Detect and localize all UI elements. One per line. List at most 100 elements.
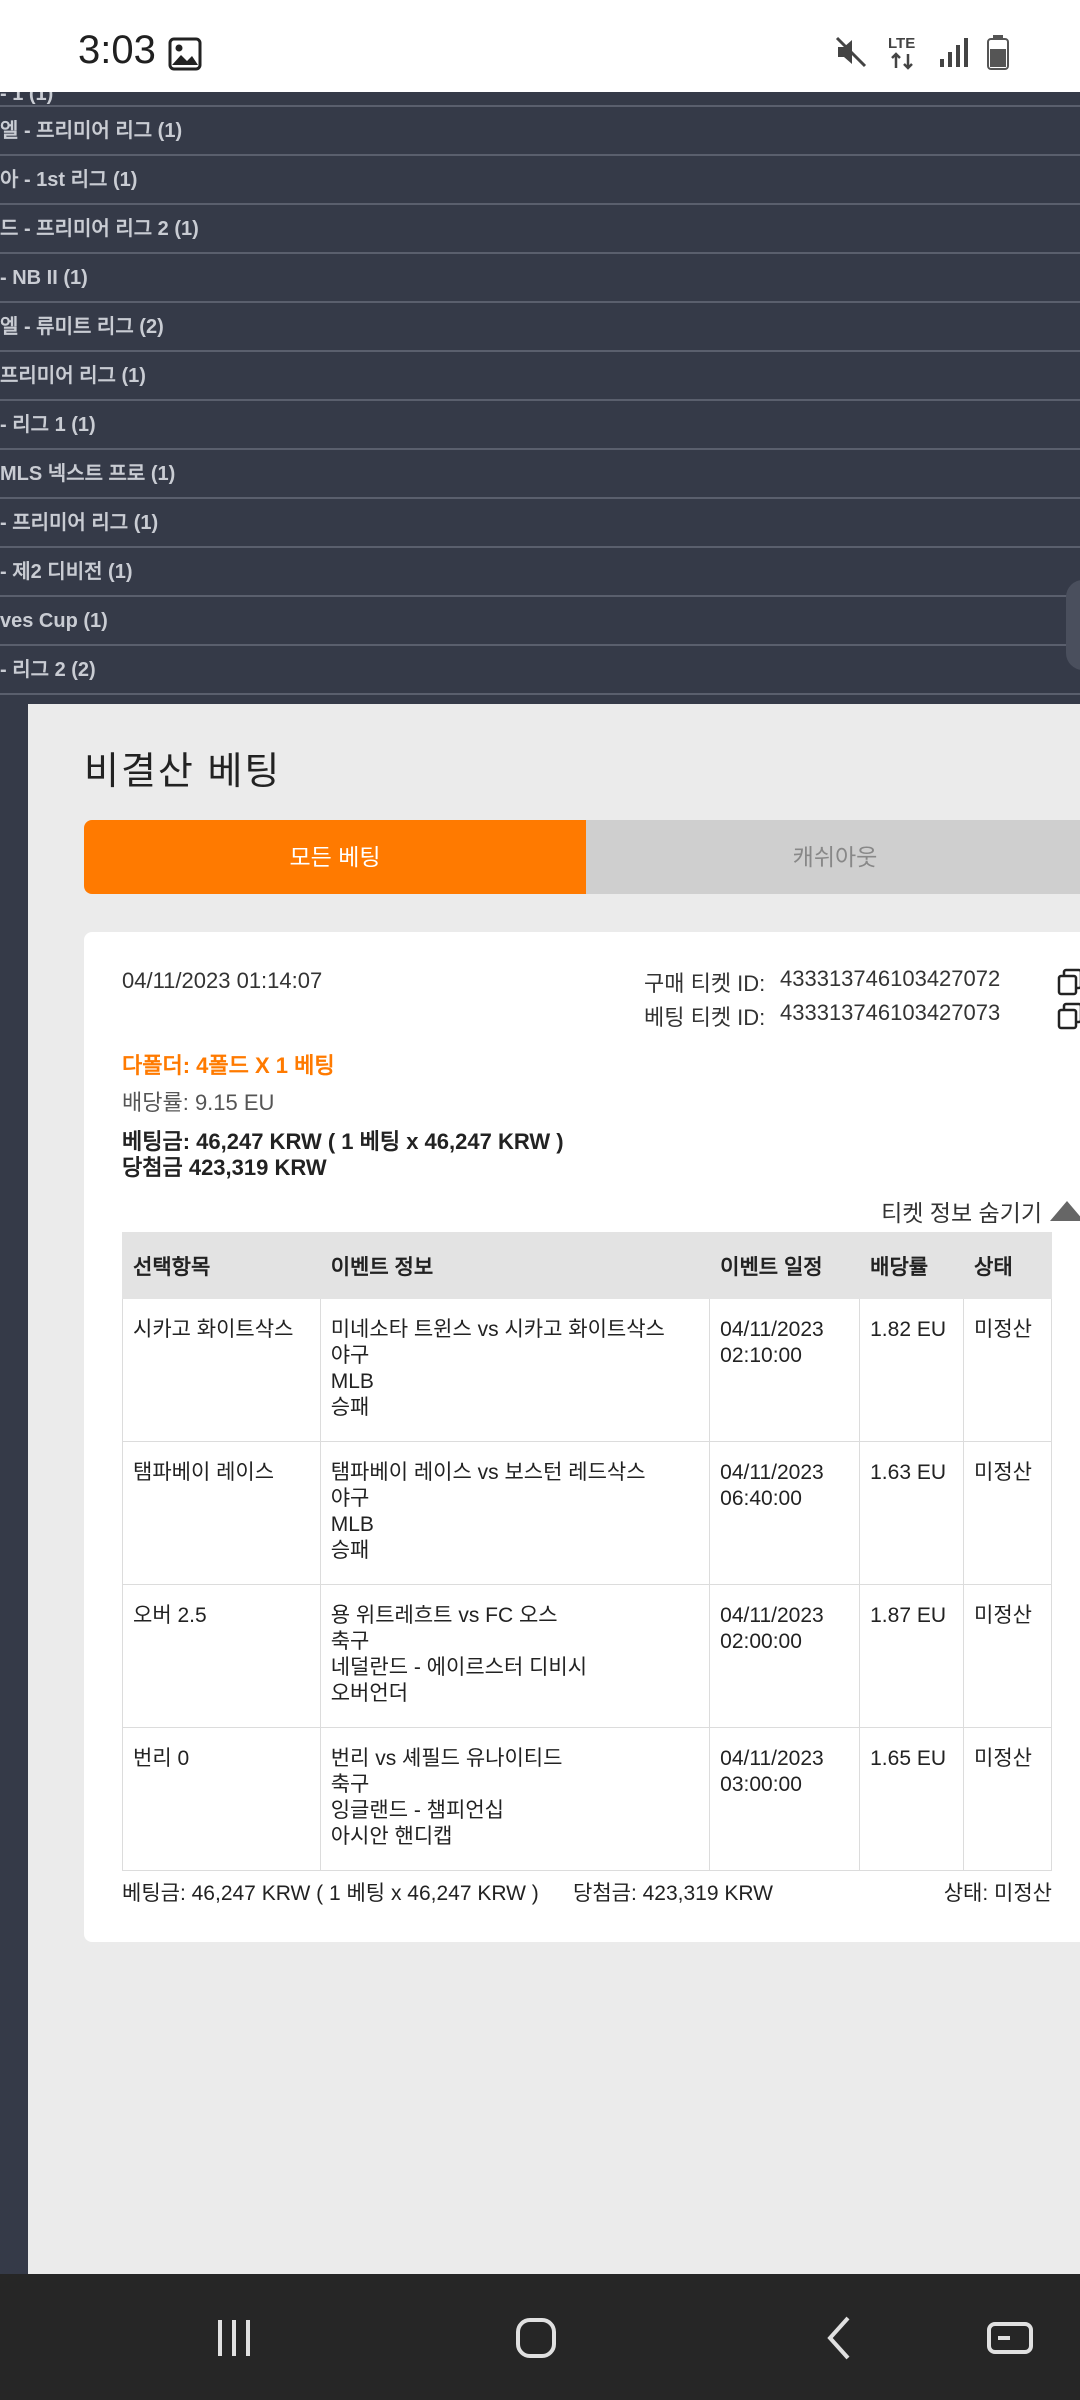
event-date: 04/11/2023	[720, 1461, 824, 1484]
league-item[interactable]: 아 - 1st 리그 (1)	[0, 156, 1080, 205]
event-match: 미네소타 트윈스 vs 시카고 화이트삭스	[330, 1318, 665, 1341]
column-header: 배당률	[859, 1232, 965, 1299]
table-row: 시카고 화이트삭스 미네소타 트윈스 vs 시카고 화이트삭스 야구 MLB 승…	[122, 1298, 1052, 1442]
event-time: 03:00:00	[720, 1773, 802, 1796]
home-icon[interactable]	[496, 2298, 576, 2378]
status-cell: 미정산	[963, 1727, 1052, 1871]
hide-ticket-info-label: 티켓 정보 숨기기	[881, 1200, 1042, 1226]
league-item[interactable]: - 리그 2 (2)	[0, 646, 1080, 695]
event-sport: 축구	[330, 1773, 370, 1796]
event-league: 잉글랜드 - 챔피언십	[330, 1799, 504, 1822]
event-league: MLB	[330, 1513, 374, 1536]
selections-table: 선택항목 이벤트 정보 이벤트 일정 배당률 상태 시카고 화이트삭스 미네소타…	[122, 1232, 1052, 1871]
copy-icon[interactable]	[1056, 1002, 1080, 1030]
league-item[interactable]: - 리그 1 (1)	[0, 401, 1080, 450]
league-item[interactable]: - 1 (1)	[0, 92, 1080, 107]
odds-cell: 1.65 EU	[859, 1727, 965, 1871]
scroll-handle[interactable]	[1066, 580, 1080, 670]
status-cell: 미정산	[963, 1298, 1052, 1442]
status-bar: 3:03 LTE	[0, 0, 1080, 92]
bet-id-row: 베팅 티켓 ID: 433313746103427073	[644, 1000, 1080, 1034]
event-league: 네덜란드 - 에이르스터 디비시	[330, 1656, 588, 1679]
status-cell: 미정산	[963, 1584, 1052, 1728]
gallery-icon	[168, 37, 202, 71]
event-time: 06:40:00	[720, 1487, 802, 1510]
schedule-cell: 04/11/2023 02:10:00	[709, 1298, 861, 1442]
odds-cell: 1.63 EU	[859, 1441, 965, 1585]
league-item[interactable]: 엘 - 류미트 리그 (2)	[0, 303, 1080, 352]
league-item[interactable]: 드 - 프리미어 리그 2 (1)	[0, 205, 1080, 254]
battery-icon	[987, 35, 1009, 70]
bet-id-value: 433313746103427073	[780, 1000, 1001, 1025]
keyboard-icon[interactable]	[970, 2298, 1050, 2378]
ticket-date: 04/11/2023 01:14:07	[122, 968, 323, 993]
mute-icon	[835, 36, 867, 68]
potential-win: 당첨금 423,319 KRW	[122, 1155, 327, 1180]
event-cell: 번리 vs 셰필드 유나이티드 축구 잉글랜드 - 챔피언십 아시안 핸디캡	[319, 1727, 711, 1871]
event-date: 04/11/2023	[720, 1318, 824, 1341]
odds-cell: 1.87 EU	[859, 1584, 965, 1728]
event-date: 04/11/2023	[720, 1747, 824, 1770]
event-date: 04/11/2023	[720, 1604, 824, 1627]
signal-icon	[940, 38, 968, 67]
tab-cashout[interactable]: 캐쉬아웃	[586, 820, 1080, 894]
event-sport: 축구	[330, 1630, 370, 1653]
event-match: 번리 vs 셰필드 유나이티드	[330, 1747, 563, 1770]
ticket-ids: 구매 티켓 ID: 433313746103427072 베팅 티켓 ID: 4…	[644, 966, 1080, 1034]
table-row: 탬파베이 레이스 탬파베이 레이스 vs 보스턴 레드삭스 야구 MLB 승패 …	[122, 1441, 1052, 1585]
copy-icon[interactable]	[1056, 968, 1080, 996]
left-rail	[0, 704, 28, 2274]
status-time: 3:03	[78, 28, 156, 72]
event-sport: 야구	[330, 1487, 370, 1510]
event-market: 오버언더	[330, 1682, 409, 1705]
purchase-id-row: 구매 티켓 ID: 433313746103427072	[644, 966, 1080, 1000]
selection-cell: 탬파베이 레이스	[122, 1441, 321, 1585]
league-item[interactable]: ves Cup (1)	[0, 597, 1080, 646]
bet-id-label: 베팅 티켓 ID:	[644, 1005, 766, 1030]
hide-ticket-info-toggle[interactable]: 티켓 정보 숨기기	[881, 1194, 1080, 1228]
selection-cell: 오버 2.5	[122, 1584, 321, 1728]
column-header: 이벤트 일정	[709, 1232, 861, 1299]
selection-cell: 시카고 화이트삭스	[122, 1298, 321, 1442]
triangle-up-icon	[1050, 1201, 1080, 1221]
table-row: 번리 0 번리 vs 셰필드 유나이티드 축구 잉글랜드 - 챔피언십 아시안 …	[122, 1727, 1052, 1871]
footer-stake: 베팅금: 46,247 KRW ( 1 베팅 x 46,247 KRW )	[122, 1882, 539, 1905]
navigation-bar	[0, 2274, 1080, 2400]
table-row: 오버 2.5 용 위트레흐트 vs FC 오스 축구 네덜란드 - 에이르스터 …	[122, 1584, 1052, 1728]
event-match: 용 위트레흐트 vs FC 오스	[330, 1604, 558, 1627]
column-header: 선택항목	[122, 1232, 321, 1299]
event-market: 아시안 핸디캡	[330, 1825, 453, 1848]
total-odds: 배당률: 9.15 EU	[122, 1090, 275, 1115]
purchase-id-value: 433313746103427072	[780, 966, 1001, 991]
schedule-cell: 04/11/2023 06:40:00	[709, 1441, 861, 1585]
page-title: 비결산 베팅	[84, 751, 282, 793]
bet-tabs: 모든 베팅 캐쉬아웃	[84, 820, 1080, 894]
league-item[interactable]: 엘 - 프리미어 리그 (1)	[0, 107, 1080, 156]
bet-type: 다폴더: 4폴드 X 1 베팅	[122, 1053, 335, 1078]
footer-status: 상태: 미정산	[943, 1882, 1052, 1905]
bet-ticket-card: 04/11/2023 01:14:07 구매 티켓 ID: 4333137461…	[84, 932, 1080, 1942]
league-item[interactable]: - 프리미어 리그 (1)	[0, 499, 1080, 548]
event-time: 02:10:00	[720, 1344, 802, 1367]
recents-icon[interactable]	[194, 2298, 274, 2378]
svg-text:LTE: LTE	[888, 35, 915, 52]
league-item[interactable]: 프리미어 리그 (1)	[0, 352, 1080, 401]
league-item[interactable]: - 제2 디비전 (1)	[0, 548, 1080, 597]
event-cell: 미네소타 트윈스 vs 시카고 화이트삭스 야구 MLB 승패	[319, 1298, 711, 1442]
event-cell: 용 위트레흐트 vs FC 오스 축구 네덜란드 - 에이르스터 디비시 오버언…	[319, 1584, 711, 1728]
purchase-id-label: 구매 티켓 ID:	[644, 971, 766, 996]
league-list[interactable]: - 1 (1) 엘 - 프리미어 리그 (1) 아 - 1st 리그 (1) 드…	[0, 92, 1080, 704]
lte-icon: LTE	[888, 35, 915, 70]
event-market: 승패	[330, 1396, 370, 1419]
column-header: 상태	[963, 1232, 1052, 1299]
selection-cell: 번리 0	[122, 1727, 321, 1871]
table-header-row: 선택항목 이벤트 정보 이벤트 일정 배당률 상태	[122, 1232, 1052, 1299]
league-item[interactable]: - NB II (1)	[0, 254, 1080, 303]
tab-all-bets[interactable]: 모든 베팅	[84, 820, 586, 894]
event-cell: 탬파베이 레이스 vs 보스턴 레드삭스 야구 MLB 승패	[319, 1441, 711, 1585]
schedule-cell: 04/11/2023 03:00:00	[709, 1727, 861, 1871]
event-match: 탬파베이 레이스 vs 보스턴 레드삭스	[330, 1461, 646, 1484]
footer-win: 당첨금: 423,319 KRW	[573, 1882, 773, 1905]
back-icon[interactable]	[800, 2298, 880, 2378]
league-item[interactable]: MLS 넥스트 프로 (1)	[0, 450, 1080, 499]
